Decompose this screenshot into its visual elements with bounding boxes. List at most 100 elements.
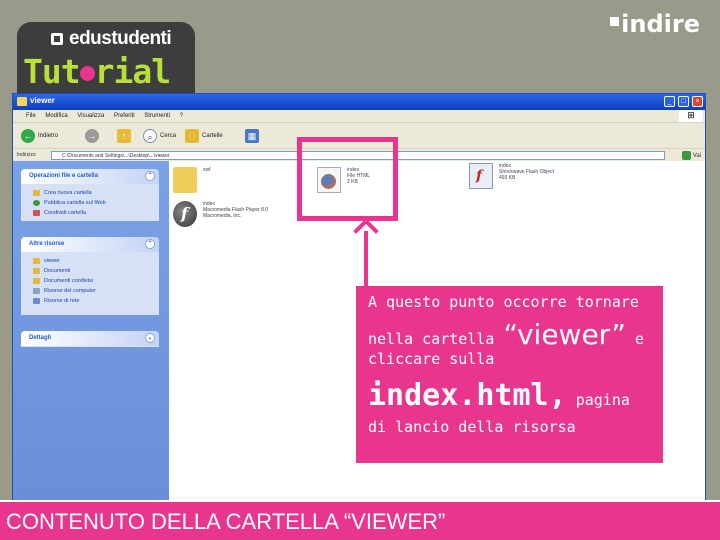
callout-line-3: cliccare sulla (368, 350, 495, 368)
details-panel: Dettagli ⌄ (21, 331, 159, 347)
go-arrow-icon (681, 151, 691, 160)
callout-line-2-post: e (625, 330, 644, 348)
place-shared-documents-label: Documenti condivisi (44, 278, 93, 284)
callout-line-1: A questo punto occorre tornare (368, 293, 639, 311)
menu-modifica[interactable]: Modifica (45, 113, 67, 119)
edustudenti-tutorial-logo: edustudenti Tut rial (17, 22, 195, 94)
search-icon: ⌕ (143, 129, 157, 143)
file-tasks-header[interactable]: Operazioni file e cartella ⌃ (21, 169, 159, 184)
task-new-folder-label: Crea nuova cartella (44, 190, 92, 196)
up-folder-icon: ↑ (117, 129, 131, 143)
other-places-title: Altre risorse (29, 241, 65, 247)
place-shared-documents[interactable]: Documenti condivisi (33, 276, 159, 286)
file-item-index-exe[interactable]: f index Macromedia Flash Player 8.0 Macr… (173, 201, 268, 227)
go-label: Vai (692, 152, 701, 159)
slide-caption: CONTENUTO DELLA CARTELLA “VIEWER” (0, 502, 720, 540)
new-folder-icon (33, 190, 40, 196)
flash-player-icon: f (173, 201, 197, 227)
other-places-panel: Altre risorse ⌃ viewer Documenti Documen… (21, 237, 159, 315)
folder-icon (33, 268, 40, 274)
expand-chevron-icon[interactable]: ⌄ (145, 333, 155, 343)
folders-label: Cartelle (202, 133, 223, 139)
task-share-folder[interactable]: Condividi cartella (33, 208, 159, 218)
details-title: Dettagli (29, 335, 52, 341)
place-viewer-label: viewer (44, 258, 60, 264)
views-grid-icon: ▦ (245, 129, 259, 143)
other-places-header[interactable]: Altre risorse ⌃ (21, 237, 159, 252)
indire-logo-text: indire (621, 10, 700, 38)
callout-line-4: index.html, pagina (368, 378, 663, 418)
up-folder-button[interactable]: ↑ (117, 129, 134, 143)
file-item-swf-folder[interactable]: swf (173, 167, 211, 193)
share-icon (33, 210, 40, 216)
back-label: Indietro (38, 133, 59, 139)
instruction-callout: A questo punto occorre tornare nella car… (356, 286, 663, 463)
folder-icon (33, 258, 40, 264)
file-size: Macromedia, Inc. (203, 213, 242, 219)
place-my-computer-label: Risorse del computer (44, 288, 96, 294)
menu-file[interactable]: File (26, 113, 36, 119)
logo-tutorial-text-b: rial (94, 52, 171, 91)
place-documents[interactable]: Documenti (33, 266, 159, 276)
menu-strumenti[interactable]: Strumenti (144, 113, 170, 119)
place-network[interactable]: Risorse di rete (33, 296, 159, 306)
menu-bar: File Modifica Visualizza Preferiti Strum… (13, 110, 705, 122)
tutorial-dot-icon (79, 66, 95, 81)
back-button[interactable]: ← Indietro (21, 129, 58, 143)
task-share-folder-label: Condividi cartella (44, 210, 86, 216)
place-network-label: Risorse di rete (44, 298, 80, 304)
callout-viewer-emphasis: “viewer” (503, 318, 626, 351)
callout-line-4-post: pagina (566, 391, 630, 409)
logo-tutorial-text-a: Tut (23, 52, 81, 91)
index-html-highlight-frame (297, 137, 398, 221)
forward-button[interactable]: → (85, 129, 102, 143)
folder-icon (173, 167, 197, 193)
back-arrow-icon: ← (21, 129, 35, 143)
file-item-index-swf[interactable]: f index Shockwave Flash Object 493 KB (469, 163, 554, 189)
logo-edustudenti-text: edustudenti (69, 28, 172, 49)
window-title: viewer (30, 96, 55, 105)
folders-button[interactable]: Cartelle (185, 129, 223, 143)
indire-mark-icon (610, 17, 620, 26)
task-publish-web[interactable]: Pubblica cartella sul Web (33, 198, 159, 208)
edustudenti-mark-icon (51, 33, 63, 45)
views-button[interactable]: ▦ (245, 129, 262, 143)
go-button[interactable]: Vai (681, 151, 701, 160)
callout-line-2-pre: nella cartella (368, 330, 504, 348)
collapse-chevron-icon[interactable]: ⌃ (145, 239, 155, 249)
flash-file-icon: f (469, 163, 493, 189)
file-name: swf (203, 167, 211, 173)
search-label: Cerca (160, 133, 177, 139)
file-tasks-title: Operazioni file e cartella (29, 173, 99, 179)
task-pane: Operazioni file e cartella ⌃ Crea nuova … (13, 161, 169, 501)
menu-help[interactable]: ? (180, 113, 183, 119)
computer-icon (33, 288, 40, 294)
file-size: 493 KB (499, 175, 516, 181)
menu-preferiti[interactable]: Preferiti (114, 113, 135, 119)
collapse-chevron-icon[interactable]: ⌃ (145, 171, 155, 181)
details-header[interactable]: Dettagli ⌄ (21, 331, 159, 346)
callout-index-emphasis: index.html, (368, 378, 567, 413)
indire-logo: indire (610, 10, 700, 38)
task-new-folder[interactable]: Crea nuova cartella (33, 188, 159, 198)
forward-arrow-icon: → (85, 129, 99, 143)
folders-icon (185, 129, 199, 143)
task-publish-web-label: Pubblica cartella sul Web (44, 200, 106, 206)
menu-visualizza[interactable]: Visualizza (77, 113, 104, 119)
close-button[interactable]: × (692, 96, 703, 107)
globe-icon (33, 200, 40, 206)
address-label: Indirizzo (17, 152, 36, 158)
maximize-button[interactable]: □ (678, 96, 689, 107)
folder-icon (33, 278, 40, 284)
network-icon (33, 298, 40, 304)
window-titlebar[interactable]: viewer _ □ × (13, 94, 705, 110)
callout-line-2: nella cartella “viewer” e (368, 318, 663, 351)
minimize-button[interactable]: _ (664, 96, 675, 107)
folder-icon (17, 97, 27, 106)
place-viewer[interactable]: viewer (33, 256, 159, 266)
place-my-computer[interactable]: Risorse del computer (33, 286, 159, 296)
callout-line-5: di lancio della risorsa (368, 418, 576, 436)
file-tasks-panel: Operazioni file e cartella ⌃ Crea nuova … (21, 169, 159, 221)
place-documents-label: Documenti (44, 268, 71, 274)
search-button[interactable]: ⌕ Cerca (143, 129, 176, 143)
